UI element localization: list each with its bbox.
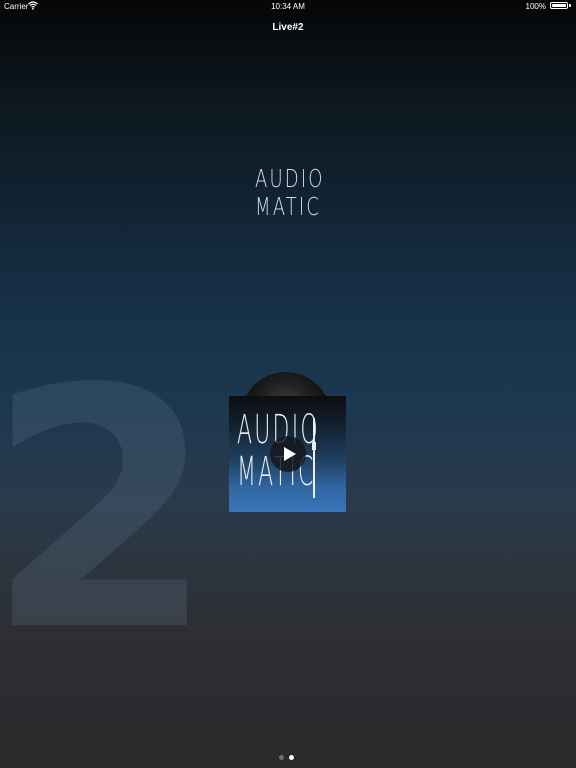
logo-line-1: AUDIO: [255, 164, 325, 193]
background-number: 2: [0, 380, 216, 640]
page-title: Live#2: [272, 22, 304, 33]
page-dot-1[interactable]: [279, 755, 284, 760]
page-indicator[interactable]: [279, 755, 299, 761]
album-cover[interactable]: AUDIO MATIC: [229, 396, 346, 512]
battery-percentage: 100%: [525, 2, 546, 11]
play-button[interactable]: [270, 436, 306, 472]
background-number-text: 2: [0, 380, 216, 640]
audio-jack-icon: [312, 418, 316, 498]
battery-cap: [569, 4, 571, 7]
play-icon: [284, 447, 296, 461]
logo-line-2: MATIC: [255, 192, 322, 221]
audiomatic-logo: AUDIO MATIC: [255, 166, 323, 222]
status-bar: Carrier 10:34 AM 100%: [0, 0, 576, 12]
battery-fill: [552, 4, 566, 7]
album-artwork[interactable]: AUDIO MATIC: [229, 372, 347, 514]
clock: 10:34 AM: [271, 2, 305, 11]
page-dot-2[interactable]: [289, 755, 294, 760]
battery-icon: [550, 2, 568, 9]
